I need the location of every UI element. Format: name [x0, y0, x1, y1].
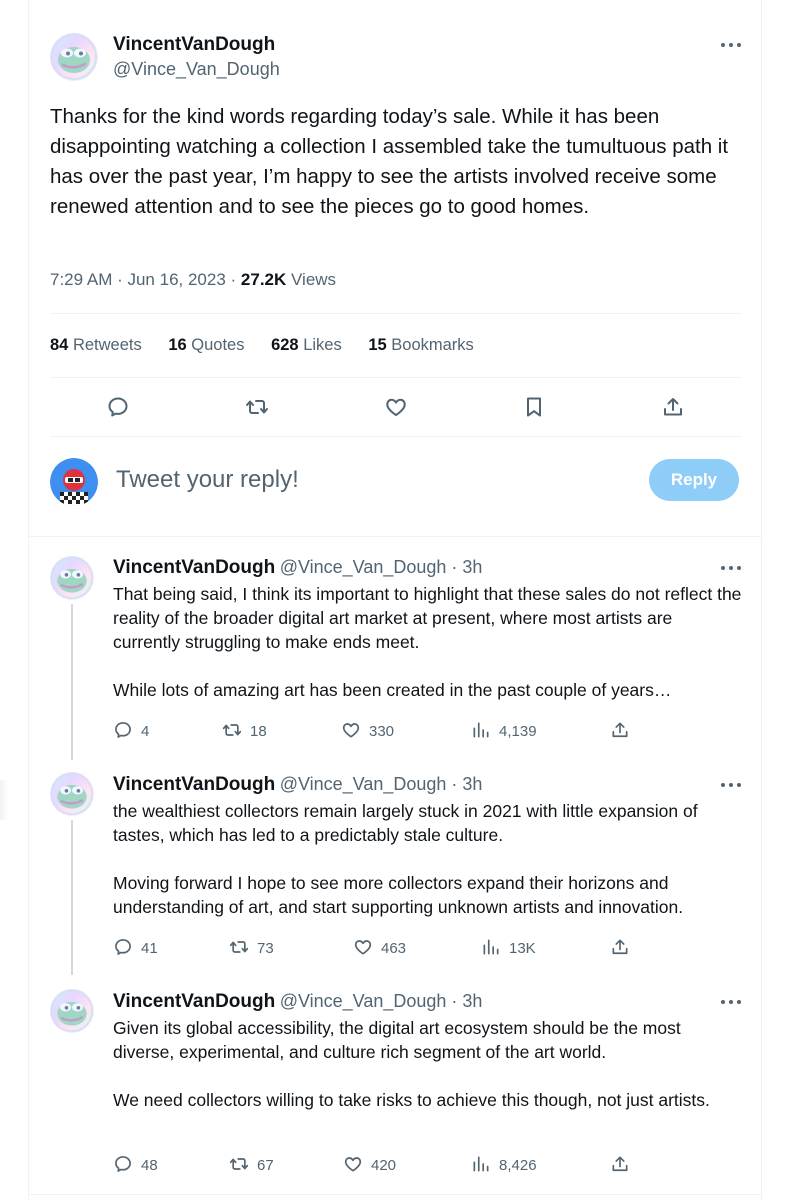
- divider: [50, 436, 742, 437]
- reply-avatar[interactable]: [50, 772, 94, 816]
- share-action[interactable]: [610, 938, 638, 960]
- reply-count: 4: [141, 723, 150, 740]
- like-action[interactable]: 463: [353, 938, 406, 960]
- divider: [50, 313, 742, 314]
- reply-paragraph: Moving forward I hope to see more collec…: [113, 873, 684, 917]
- engagement-stats: 84 Retweets 16 Quotes 628 Likes 15 Bookm…: [50, 336, 496, 355]
- reply-paragraph: Given its global accessibility, the digi…: [113, 1018, 681, 1062]
- likes-stat[interactable]: 628 Likes: [271, 336, 342, 354]
- reply-paragraph: While lots of amazing art has been creat…: [113, 680, 672, 700]
- bookmark-icon[interactable]: [522, 395, 546, 419]
- retweets-label: Retweets: [68, 336, 142, 354]
- reply-text: the wealthiest collectors remain largely…: [113, 799, 743, 919]
- bookmarks-label: Bookmarks: [386, 336, 474, 354]
- quotes-stat[interactable]: 16 Quotes: [168, 336, 244, 354]
- share-action[interactable]: [610, 721, 638, 743]
- like-count: 463: [381, 940, 407, 957]
- retweets-count: 84: [50, 336, 69, 354]
- reply-action[interactable]: 4: [113, 721, 149, 743]
- reply-header: VincentVanDough @Vince_Van_Dough · 3h: [113, 991, 482, 1013]
- tweet-text: Thanks for the kind words regarding toda…: [50, 105, 729, 218]
- more-options-icon[interactable]: [720, 998, 742, 1006]
- divider: [50, 377, 742, 378]
- edge-shadow: [0, 780, 8, 820]
- reply-author-handle[interactable]: @Vince_Van_Dough · 3h: [280, 774, 483, 794]
- retweet-action[interactable]: 67: [229, 1155, 274, 1177]
- divider: [28, 536, 762, 537]
- reply-avatar[interactable]: [50, 556, 94, 600]
- tweet-timestamp[interactable]: 7:29 AM · Jun 16, 2023 ·: [50, 270, 241, 289]
- reply-paragraph: That being said, I think its important t…: [113, 584, 742, 652]
- views-action[interactable]: 8,426: [471, 1155, 537, 1177]
- views-label: Views: [286, 270, 337, 289]
- like-icon[interactable]: [384, 395, 408, 419]
- views-count: 4,139: [499, 723, 537, 740]
- retweet-icon[interactable]: [245, 395, 269, 419]
- share-action[interactable]: [610, 1155, 638, 1177]
- like-action[interactable]: 420: [343, 1155, 396, 1177]
- reply-icon[interactable]: [106, 395, 130, 419]
- like-count: 330: [369, 723, 395, 740]
- user-avatar[interactable]: [50, 458, 98, 506]
- quotes-count: 16: [168, 336, 187, 354]
- more-options-icon[interactable]: [720, 781, 742, 789]
- views-action[interactable]: 4,139: [471, 721, 537, 743]
- bookmarks-count: 15: [368, 336, 387, 354]
- bookmarks-stat[interactable]: 15 Bookmarks: [368, 336, 473, 354]
- thread-connector: [71, 604, 73, 760]
- reply-count: 48: [141, 1157, 158, 1174]
- divider: [28, 1194, 762, 1195]
- more-options-icon[interactable]: [720, 41, 742, 49]
- retweet-count: 67: [257, 1157, 274, 1174]
- views-count: 13K: [509, 940, 536, 957]
- reply-count: 41: [141, 940, 158, 957]
- retweet-action[interactable]: 18: [222, 721, 267, 743]
- reply-action[interactable]: 41: [113, 938, 158, 960]
- reply-input[interactable]: Tweet your reply!: [116, 466, 299, 494]
- reply-author-handle[interactable]: @Vince_Van_Dough · 3h: [280, 991, 483, 1011]
- more-options-icon[interactable]: [720, 564, 742, 572]
- reply-avatar[interactable]: [50, 989, 94, 1033]
- likes-label: Likes: [298, 336, 342, 354]
- reply-author-name[interactable]: VincentVanDough: [113, 991, 275, 1012]
- frame-border-left: [28, 0, 29, 1200]
- retweet-count: 73: [257, 940, 274, 957]
- retweets-stat[interactable]: 84 Retweets: [50, 336, 142, 354]
- reply-author-handle[interactable]: @Vince_Van_Dough · 3h: [280, 557, 483, 577]
- reply-text: That being said, I think its important t…: [113, 582, 743, 702]
- views-action[interactable]: 13K: [481, 938, 536, 960]
- quotes-label: Quotes: [186, 336, 245, 354]
- reply-paragraph: the wealthiest collectors remain largely…: [113, 801, 698, 845]
- views-count: 8,426: [499, 1157, 537, 1174]
- reply-text: Given its global accessibility, the digi…: [113, 1016, 743, 1112]
- share-icon[interactable]: [661, 395, 685, 419]
- author-name[interactable]: VincentVanDough: [113, 34, 275, 56]
- retweet-count: 18: [250, 723, 267, 740]
- thread-connector: [71, 820, 73, 975]
- reply-header: VincentVanDough @Vince_Van_Dough · 3h: [113, 774, 482, 796]
- reply-author-name[interactable]: VincentVanDough: [113, 557, 275, 578]
- retweet-action[interactable]: 73: [229, 938, 274, 960]
- like-action[interactable]: 330: [341, 721, 394, 743]
- likes-count: 628: [271, 336, 299, 354]
- reply-author-name[interactable]: VincentVanDough: [113, 774, 275, 795]
- author-avatar[interactable]: [50, 33, 98, 81]
- like-count: 420: [371, 1157, 397, 1174]
- tweet-meta: 7:29 AM · Jun 16, 2023 · 27.2K Views: [50, 270, 336, 290]
- reply-paragraph: We need collectors willing to take risks…: [113, 1090, 710, 1110]
- reply-button[interactable]: Reply: [649, 459, 739, 501]
- frame-border-right: [761, 0, 762, 1200]
- views-count: 27.2K: [240, 270, 287, 289]
- author-handle[interactable]: @Vince_Van_Dough: [113, 59, 280, 80]
- reply-header: VincentVanDough @Vince_Van_Dough · 3h: [113, 557, 482, 579]
- reply-action[interactable]: 48: [113, 1155, 158, 1177]
